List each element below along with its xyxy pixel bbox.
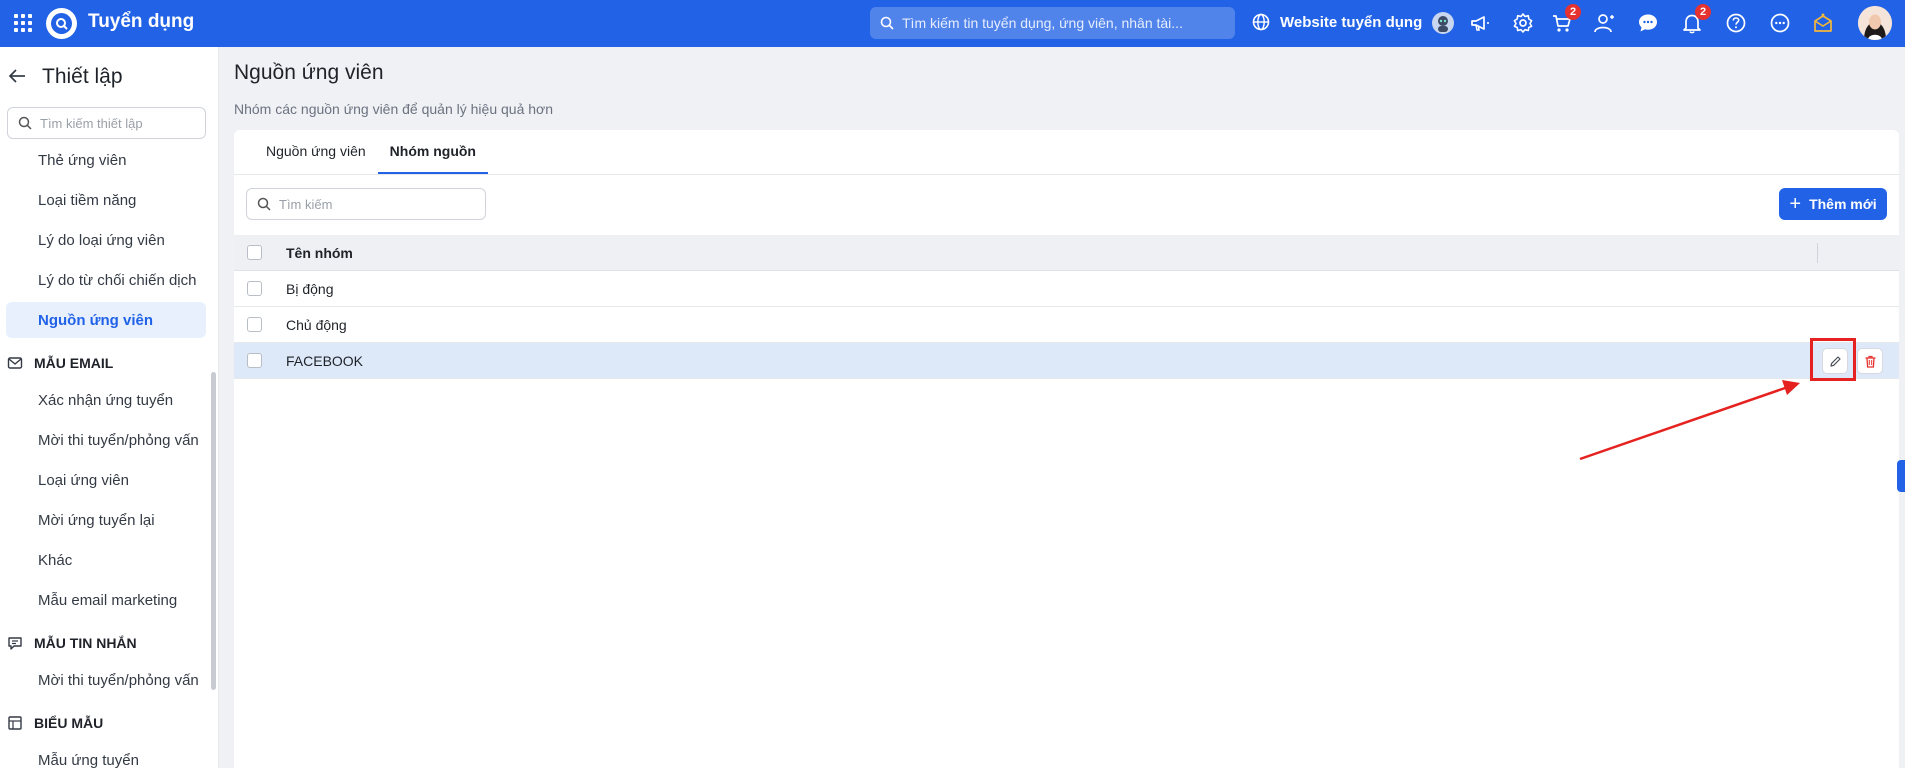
row-checkbox[interactable] — [247, 353, 262, 368]
select-all-checkbox[interactable] — [247, 245, 262, 260]
settings-sidebar: Thiết lập Thẻ ứng viên Loại tiềm năng Lý… — [0, 47, 219, 768]
form-icon — [6, 714, 24, 732]
reward-icon[interactable] — [1810, 10, 1836, 36]
page-title: Nguồn ứng viên — [234, 61, 384, 84]
user-avatar[interactable] — [1858, 6, 1892, 40]
sidebar-item-loai-tiem-nang[interactable]: Loại tiềm năng — [6, 182, 206, 218]
top-bar: Tuyển dụng Website tuyển dụng 2 2 — [0, 0, 1905, 47]
user-add-icon[interactable] — [1591, 10, 1617, 36]
sidebar-item-ly-do-loai-ung-vien[interactable]: Lý do loại ứng viên — [6, 222, 206, 258]
cart-icon[interactable]: 2 — [1549, 4, 1581, 36]
row-name: Chủ động — [286, 316, 347, 333]
cart-badge: 2 — [1565, 4, 1581, 20]
row-checkbox[interactable] — [247, 281, 262, 296]
app-title: Tuyển dụng — [88, 11, 195, 32]
website-label: Website tuyển dụng — [1280, 13, 1423, 31]
sidebar-group-mau-tin-nhan: MẪU TIN NHẮN — [6, 628, 206, 658]
message-icon — [6, 634, 24, 652]
row-checkbox[interactable] — [247, 317, 262, 332]
sidebar-item-the-ung-vien[interactable]: Thẻ ứng viên — [6, 142, 206, 178]
more-icon[interactable] — [1767, 10, 1793, 36]
table-header: Tên nhóm — [234, 235, 1899, 271]
website-link[interactable]: Website tuyển dụng — [1252, 13, 1422, 31]
row-name: Bị động — [286, 280, 334, 297]
globe-icon — [1252, 13, 1270, 31]
global-search[interactable] — [870, 7, 1235, 39]
sidebar-group-mau-email: MẪU EMAIL — [6, 348, 206, 378]
megaphone-icon[interactable] — [1467, 10, 1493, 36]
tab-divider — [234, 174, 1899, 175]
sidebar-item-mau-email-marketing[interactable]: Mẫu email marketing — [6, 582, 206, 618]
sidebar-item-loai-ung-vien[interactable]: Loại ứng viên — [6, 462, 206, 498]
table-search[interactable] — [246, 188, 486, 220]
sidebar-item-moi-thi-tuyen-sms[interactable]: Mời thi tuyển/phỏng vấn — [6, 662, 206, 698]
column-header-ten-nhom: Tên nhóm — [286, 244, 353, 261]
tab-nhom-nguon[interactable]: Nhóm nguồn — [377, 130, 488, 174]
notification-badge: 2 — [1695, 4, 1711, 20]
sidebar-item-xac-nhan-ung-tuyen[interactable]: Xác nhận ứng tuyển — [6, 382, 206, 418]
help-icon[interactable] — [1723, 10, 1749, 36]
plus-icon: + — [1789, 193, 1802, 215]
table-row-selected[interactable]: FACEBOOK — [234, 343, 1899, 379]
table-search-input[interactable] — [279, 196, 479, 212]
sidebar-item-moi-thi-tuyen-email[interactable]: Mời thi tuyển/phỏng vấn — [6, 422, 206, 458]
sidebar-group-bieu-mau: BIỂU MẪU — [6, 708, 206, 738]
tab-nguon-ung-vien[interactable]: Nguồn ứng viên — [254, 130, 378, 174]
gear-icon[interactable] — [1510, 10, 1536, 36]
table-row[interactable]: Bị động — [234, 271, 1899, 307]
apps-grid-icon[interactable] — [12, 12, 32, 32]
mail-icon — [6, 354, 24, 372]
logo-icon — [46, 8, 77, 39]
chat-icon[interactable] — [1635, 10, 1661, 36]
tab-bar: Nguồn ứng viên Nhóm nguồn — [254, 130, 488, 174]
trash-icon — [1865, 355, 1875, 368]
table-row[interactable]: Chủ động — [234, 307, 1899, 343]
sidebar-item-nguon-ung-vien[interactable]: Nguồn ứng viên — [6, 302, 206, 338]
sidebar-item-moi-ung-tuyen-lai[interactable]: Mời ứng tuyển lại — [6, 502, 206, 538]
bell-icon[interactable]: 2 — [1679, 4, 1711, 36]
add-new-button[interactable]: + Thêm mới — [1779, 188, 1887, 220]
sidebar-search[interactable] — [7, 107, 206, 139]
sidebar-item-ly-do-tu-choi-chien-dich[interactable]: Lý do từ chối chiến dịch — [6, 262, 206, 298]
global-search-input[interactable] — [902, 15, 1222, 31]
annotation-arrow — [1579, 380, 1800, 461]
sidebar-item-mau-ung-tuyen[interactable]: Mẫu ứng tuyển — [6, 742, 206, 768]
sidebar-title: Thiết lập — [42, 65, 123, 88]
search-icon — [18, 116, 32, 130]
side-drawer-handle[interactable] — [1897, 460, 1905, 492]
back-arrow-icon[interactable] — [6, 65, 28, 87]
delete-button[interactable] — [1857, 348, 1883, 374]
sidebar-scrollbar[interactable] — [211, 372, 216, 690]
sidebar-search-input[interactable] — [40, 115, 200, 131]
search-icon — [257, 197, 271, 211]
column-divider — [1817, 243, 1818, 263]
row-name: FACEBOOK — [286, 352, 364, 369]
search-icon — [880, 16, 894, 30]
page-subtitle: Nhóm các nguồn ứng viên để quản lý hiệu … — [234, 101, 553, 117]
annotation-highlight-box — [1810, 338, 1856, 381]
bot-avatar-icon[interactable] — [1430, 10, 1456, 36]
sidebar-item-khac[interactable]: Khác — [6, 542, 206, 578]
